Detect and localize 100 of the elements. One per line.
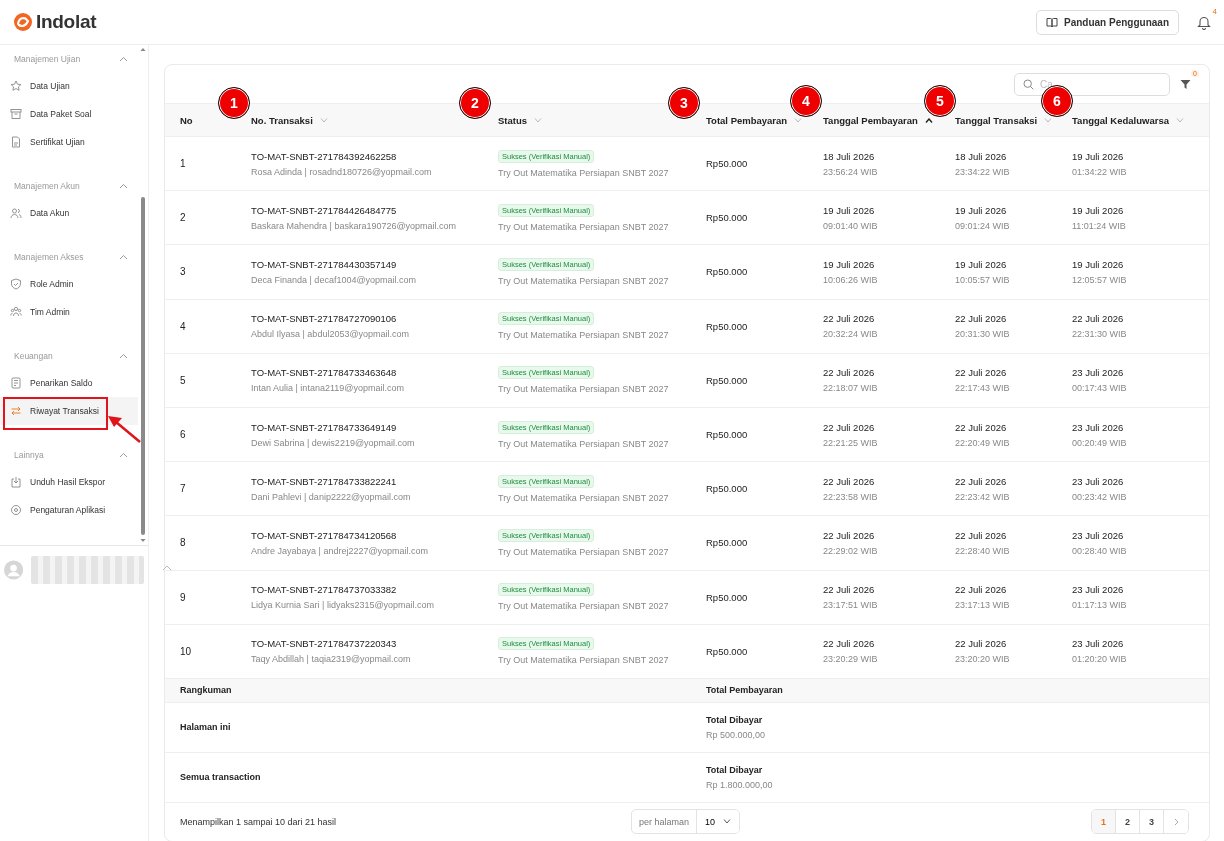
date-text: 18 Juli 2026 xyxy=(955,150,1007,162)
time-text: 23:34:22 WIB xyxy=(955,166,1010,177)
date-text: 23 Juli 2026 xyxy=(1072,638,1124,650)
product-name: Try Out Matematika Persiapan SNBT 2027 xyxy=(498,167,669,178)
time-text: 11:01:24 WIB xyxy=(1072,220,1126,231)
time-text: 01:34:22 WIB xyxy=(1072,166,1127,177)
product-name: Try Out Matematika Persiapan SNBT 2027 xyxy=(498,330,669,341)
column-header[interactable]: No. Transaksi xyxy=(251,114,313,126)
customer-info: Dani Pahlevi | danip2222@yopmail.com xyxy=(251,491,411,502)
customer-info: Abdul Ilyasa | abdul2053@yopmail.com xyxy=(251,329,410,340)
sidebar-item[interactable]: Penarikan Saldo xyxy=(0,369,138,397)
date-text: 23 Juli 2026 xyxy=(1072,584,1124,596)
sidebar-item[interactable]: Pengaturan Aplikasi xyxy=(0,496,138,524)
date-text: 19 Juli 2026 xyxy=(1072,150,1124,162)
row-number: 4 xyxy=(180,320,186,332)
caret-icon[interactable] xyxy=(119,253,128,260)
sidebar-item[interactable]: Data Ujian xyxy=(0,72,138,100)
document-icon xyxy=(10,136,22,148)
payment-amount: Rp50.000 xyxy=(706,429,748,441)
time-text: 09:01:24 WIB xyxy=(955,220,1010,231)
row-number: 10 xyxy=(180,645,192,657)
payment-amount: Rp50.000 xyxy=(706,158,748,170)
time-text: 00:20:49 WIB xyxy=(1072,437,1127,448)
caret-icon[interactable] xyxy=(119,55,128,62)
team-icon xyxy=(10,306,22,318)
product-name: Try Out Matematika Persiapan SNBT 2027 xyxy=(498,438,669,449)
sidebar-item[interactable]: Riwayat Transaksi xyxy=(0,397,138,425)
column-header[interactable]: Tanggal Kedaluwarsa xyxy=(1072,114,1169,126)
time-text: 20:31:30 WIB xyxy=(955,329,1010,340)
date-text: 23 Juli 2026 xyxy=(1072,529,1124,541)
date-text: 22 Juli 2026 xyxy=(955,475,1007,487)
receipt-icon xyxy=(10,377,22,389)
date-text: 22 Juli 2026 xyxy=(823,421,875,433)
column-header[interactable]: Total Pembayaran xyxy=(706,114,788,126)
transaction-number: TO-MAT-SNBT-271784733822241 xyxy=(251,475,397,487)
time-text: 23:17:13 WIB xyxy=(955,600,1010,611)
star-icon xyxy=(10,80,22,92)
date-text: 22 Juli 2026 xyxy=(955,367,1007,379)
date-text: 19 Juli 2026 xyxy=(955,258,1007,270)
chevron-right-icon xyxy=(1173,817,1179,826)
product-name: Try Out Matematika Persiapan SNBT 2027 xyxy=(498,546,669,557)
sidebar-item[interactable]: Tim Admin xyxy=(0,298,138,326)
date-text: 19 Juli 2026 xyxy=(1072,204,1124,216)
date-text: 22 Juli 2026 xyxy=(955,529,1007,541)
sidebar-item[interactable]: Data Paket Soal xyxy=(0,100,138,128)
sort-icon[interactable] xyxy=(924,117,933,123)
date-text: 22 Juli 2026 xyxy=(823,638,875,650)
collapse-icon[interactable] xyxy=(162,565,172,571)
column-header[interactable]: Tanggal Pembayaran xyxy=(823,114,918,126)
time-text: 23:17:51 WIB xyxy=(823,600,878,611)
payment-amount: Rp50.000 xyxy=(706,537,748,549)
product-name: Try Out Matematika Persiapan SNBT 2027 xyxy=(498,655,669,666)
results-range-text: Menampilkan 1 sampai 10 dari 21 hasil xyxy=(180,816,338,827)
date-text: 19 Juli 2026 xyxy=(823,258,875,270)
notification-count: 4 xyxy=(1212,6,1217,16)
step-marker: 4 xyxy=(790,85,822,117)
summary-value-label: Total Dibayar xyxy=(706,714,763,725)
archive-icon xyxy=(10,108,22,120)
bell-icon[interactable] xyxy=(1197,14,1211,30)
sidebar-item[interactable]: Sertifikat Ujian xyxy=(0,128,138,156)
row-number: 7 xyxy=(180,483,186,495)
row-number: 5 xyxy=(180,374,186,386)
row-number: 1 xyxy=(180,158,186,170)
section-title: Keuangan xyxy=(14,350,53,361)
step-marker: 5 xyxy=(924,85,956,117)
avatar-icon xyxy=(4,560,24,580)
column-header[interactable]: Tanggal Transaksi xyxy=(955,114,1038,126)
time-text: 10:05:57 WIB xyxy=(955,274,1010,285)
brand-name: Indolat xyxy=(36,11,97,33)
time-text: 09:01:40 WIB xyxy=(823,220,878,231)
caret-icon[interactable] xyxy=(119,352,128,359)
caret-icon[interactable] xyxy=(119,182,128,189)
product-name: Try Out Matematika Persiapan SNBT 2027 xyxy=(498,601,669,612)
date-text: 22 Juli 2026 xyxy=(955,584,1007,596)
caret-icon[interactable] xyxy=(119,451,128,458)
payment-amount: Rp50.000 xyxy=(706,374,748,386)
swap-icon xyxy=(10,405,22,417)
sidebar-item[interactable]: Unduh Hasil Ekspor xyxy=(0,468,138,496)
time-text: 20:32:24 WIB xyxy=(823,329,878,340)
time-text: 12:05:57 WIB xyxy=(1072,274,1127,285)
section-title: Manajemen Ujian xyxy=(14,53,81,64)
gear-icon xyxy=(10,504,22,516)
summary-value: Rp 500.000,00 xyxy=(706,729,766,740)
customer-info: Baskara Mahendra | baskara190726@yopmail.com xyxy=(251,220,457,231)
time-text: 22:31:30 WIB xyxy=(1072,329,1127,340)
section-title: Manajemen Akun xyxy=(14,180,80,191)
transaction-number: TO-MAT-SNBT-271784727090106 xyxy=(251,313,397,325)
column-header[interactable]: No xyxy=(180,114,193,126)
filter-icon[interactable] xyxy=(1180,78,1191,90)
column-header[interactable]: Status xyxy=(498,114,528,126)
date-text: 23 Juli 2026 xyxy=(1072,367,1124,379)
sidebar-item[interactable]: Role Admin xyxy=(0,270,138,298)
time-text: 22:18:07 WIB xyxy=(823,383,878,394)
section-title: Manajemen Akses xyxy=(14,251,84,262)
section-title: Lainnya xyxy=(14,449,44,460)
guide-button[interactable]: Panduan Penggunaan xyxy=(1036,9,1179,35)
step-marker: 2 xyxy=(459,87,491,119)
download-icon xyxy=(10,476,22,488)
sidebar-item[interactable]: Data Akun xyxy=(0,199,138,227)
product-name: Try Out Matematika Persiapan SNBT 2027 xyxy=(498,275,669,286)
